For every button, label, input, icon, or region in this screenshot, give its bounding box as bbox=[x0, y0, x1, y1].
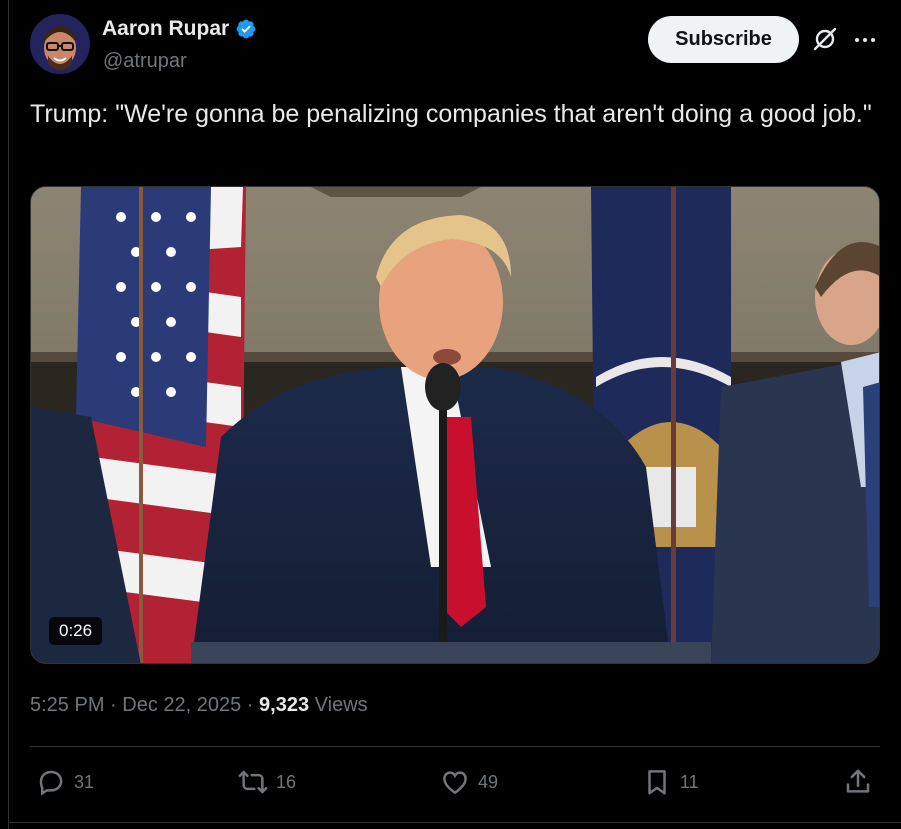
views-label: Views bbox=[309, 694, 368, 716]
tweet-time[interactable]: 5:25 PM bbox=[30, 694, 104, 716]
divider bbox=[30, 746, 880, 747]
repost-count: 16 bbox=[276, 771, 297, 792]
author-handle[interactable]: @atrupar bbox=[103, 50, 187, 73]
repost-icon bbox=[238, 770, 268, 794]
grok-icon[interactable] bbox=[812, 26, 838, 52]
column-border bbox=[8, 0, 9, 829]
repost-button[interactable]: 16 bbox=[238, 764, 296, 800]
bookmark-icon bbox=[648, 770, 666, 795]
video-thumbnail[interactable] bbox=[31, 187, 880, 664]
reply-count: 31 bbox=[74, 771, 95, 792]
like-icon bbox=[443, 771, 467, 795]
more-icon[interactable] bbox=[853, 30, 877, 50]
author-name-text[interactable]: Aaron Rupar bbox=[102, 17, 229, 41]
tweet-detail: Aaron Rupar @atrupar Subscribe Trump: "W… bbox=[0, 0, 901, 829]
avatar[interactable] bbox=[30, 14, 90, 74]
author-name[interactable]: Aaron Rupar bbox=[102, 17, 257, 41]
video-player[interactable] bbox=[30, 186, 880, 664]
views-count[interactable]: 9,323 bbox=[259, 694, 309, 716]
tweet-meta: 5:25 PM · Dec 22, 2025 · 9,323 Views bbox=[30, 694, 368, 717]
reply-icon bbox=[39, 770, 63, 796]
like-count: 49 bbox=[478, 771, 499, 792]
meta-separator: · bbox=[104, 694, 123, 716]
verified-icon[interactable] bbox=[235, 18, 257, 40]
video-duration: 0:26 bbox=[49, 617, 103, 645]
tweet-text: Trump: "We're gonna be penalizing compan… bbox=[30, 100, 872, 128]
meta-separator-2: · bbox=[241, 694, 260, 716]
bookmark-button[interactable]: 11 bbox=[642, 764, 699, 800]
share-button[interactable] bbox=[843, 764, 873, 800]
divider-bottom bbox=[8, 822, 901, 823]
bookmark-count: 11 bbox=[680, 771, 699, 792]
like-button[interactable]: 49 bbox=[440, 764, 498, 800]
subscribe-button[interactable]: Subscribe bbox=[648, 16, 799, 63]
tweet-date[interactable]: Dec 22, 2025 bbox=[122, 694, 241, 716]
reply-button[interactable]: 31 bbox=[36, 764, 94, 800]
share-icon bbox=[846, 769, 870, 793]
